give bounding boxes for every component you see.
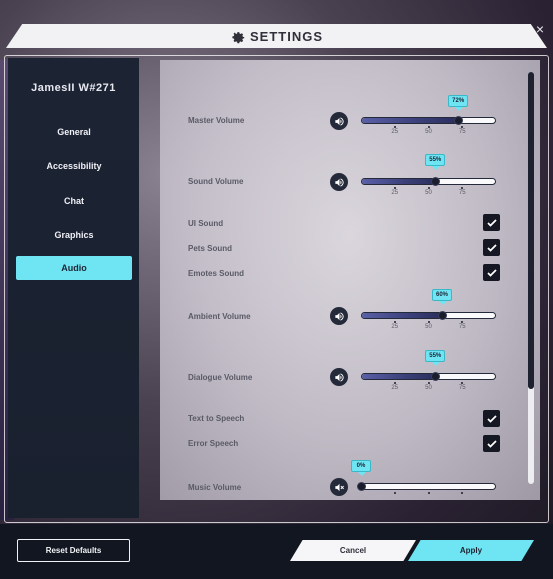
checkmark-icon [486,218,497,227]
music-volume-slider[interactable] [361,483,496,490]
username: JamesII W#271 [31,82,116,94]
slider-tick [393,321,396,323]
checkmark-icon [486,268,497,277]
slider-tick [461,321,464,323]
tick-label-75: 75 [458,385,466,391]
checkmark-icon [486,414,497,423]
emotes-sound-label: Emotes Sound [188,269,245,278]
error-speech-label: Error Speech [188,439,239,448]
tick-label-75: 75 [458,190,466,196]
tick-label-50: 50 [425,129,432,135]
ambient-volume-handle[interactable] [438,311,447,320]
slider-tick [427,187,430,189]
ui-sound-checkbox[interactable] [483,214,500,231]
slider-tick [461,187,464,189]
speaker-muted-icon [334,483,344,491]
page-title: SETTINGS [249,28,323,44]
audio-settings: Master Volume 72% 25 50 75 Sound Volume … [140,58,528,518]
apply-button[interactable]: Apply [408,540,534,561]
ambient-volume-speaker[interactable] [330,307,348,325]
settings-title-bar: SETTINGS [0,24,553,48]
slider-tick [393,492,396,494]
slider-tick [393,187,396,189]
tick-label-25: 25 [391,324,399,330]
text-to-speech-label: Text to Speech [188,414,245,423]
sidebar: JamesII W#271 General Accessibility Chat… [8,58,139,518]
tick-label-25: 25 [391,190,399,196]
sound-volume-slider[interactable] [361,178,496,185]
master-volume-label: Master Volume [188,116,245,125]
sidebar-item-graphics[interactable]: Graphics [16,223,132,247]
reset-defaults-button[interactable]: Reset Defaults [17,539,130,562]
slider-tick [393,126,396,128]
scrollbar[interactable] [528,72,534,484]
tick-label-75: 75 [458,129,466,135]
sidebar-item-chat[interactable]: Chat [16,189,132,213]
dialogue-volume-value: 55% [425,350,446,366]
sidebar-item-general[interactable]: General [16,120,132,144]
music-volume-speaker[interactable] [330,478,348,496]
gear-icon [232,32,245,44]
tick-label-50: 50 [425,324,432,330]
ambient-volume-label: Ambient Volume [188,312,251,321]
error-speech-checkbox[interactable] [483,435,500,452]
slider-fill [362,179,437,184]
slider-tick [393,382,396,384]
master-volume-slider[interactable] [361,117,496,124]
sound-volume-label: Sound Volume [188,177,244,186]
checkmark-icon [486,439,497,448]
dialogue-volume-label: Dialogue Volume [188,373,253,382]
emotes-sound-checkbox[interactable] [483,264,500,281]
slider-tick [427,492,430,494]
music-volume-label: Music Volume [188,483,242,492]
master-volume-value: 72% [448,95,469,111]
slider-tick [427,321,430,323]
music-volume-value: 0% [351,460,371,476]
slider-tick [461,492,464,494]
pets-sound-label: Pets Sound [188,244,233,253]
checkmark-icon [486,243,497,252]
scrollbar-thumb[interactable] [528,72,534,390]
ambient-volume-slider[interactable] [361,312,496,319]
tick-label-25: 25 [391,385,399,391]
ambient-volume-value: 60% [432,289,452,305]
pets-sound-checkbox[interactable] [483,239,500,256]
master-volume-speaker[interactable] [330,112,348,130]
slider-tick [427,382,430,384]
music-volume-handle[interactable] [357,482,366,491]
tick-label-75: 75 [458,324,466,330]
sound-volume-speaker[interactable] [330,173,348,191]
tick-label-50: 50 [425,385,432,391]
sidebar-item-accessibility[interactable]: Accessibility [16,154,132,178]
speaker-icon [334,372,344,382]
text-to-speech-checkbox[interactable] [483,410,500,427]
sidebar-item-audio[interactable]: Audio [16,256,132,280]
slider-tick [427,126,430,128]
close-icon[interactable]: × [533,22,547,36]
sound-volume-value: 55% [425,154,446,170]
tick-label-50: 50 [425,190,432,196]
speaker-icon [334,116,344,126]
dialogue-volume-slider[interactable] [361,373,496,380]
cancel-button[interactable]: Cancel [290,540,416,561]
tick-label-25: 25 [391,129,399,135]
slider-tick [461,126,464,128]
slider-tick [461,382,464,384]
slider-fill [362,313,443,318]
dialogue-volume-speaker[interactable] [330,368,348,386]
speaker-icon [334,177,344,187]
slider-fill [362,118,460,123]
speaker-icon [334,311,344,321]
ui-sound-label: UI Sound [188,219,224,228]
slider-fill [362,374,437,379]
